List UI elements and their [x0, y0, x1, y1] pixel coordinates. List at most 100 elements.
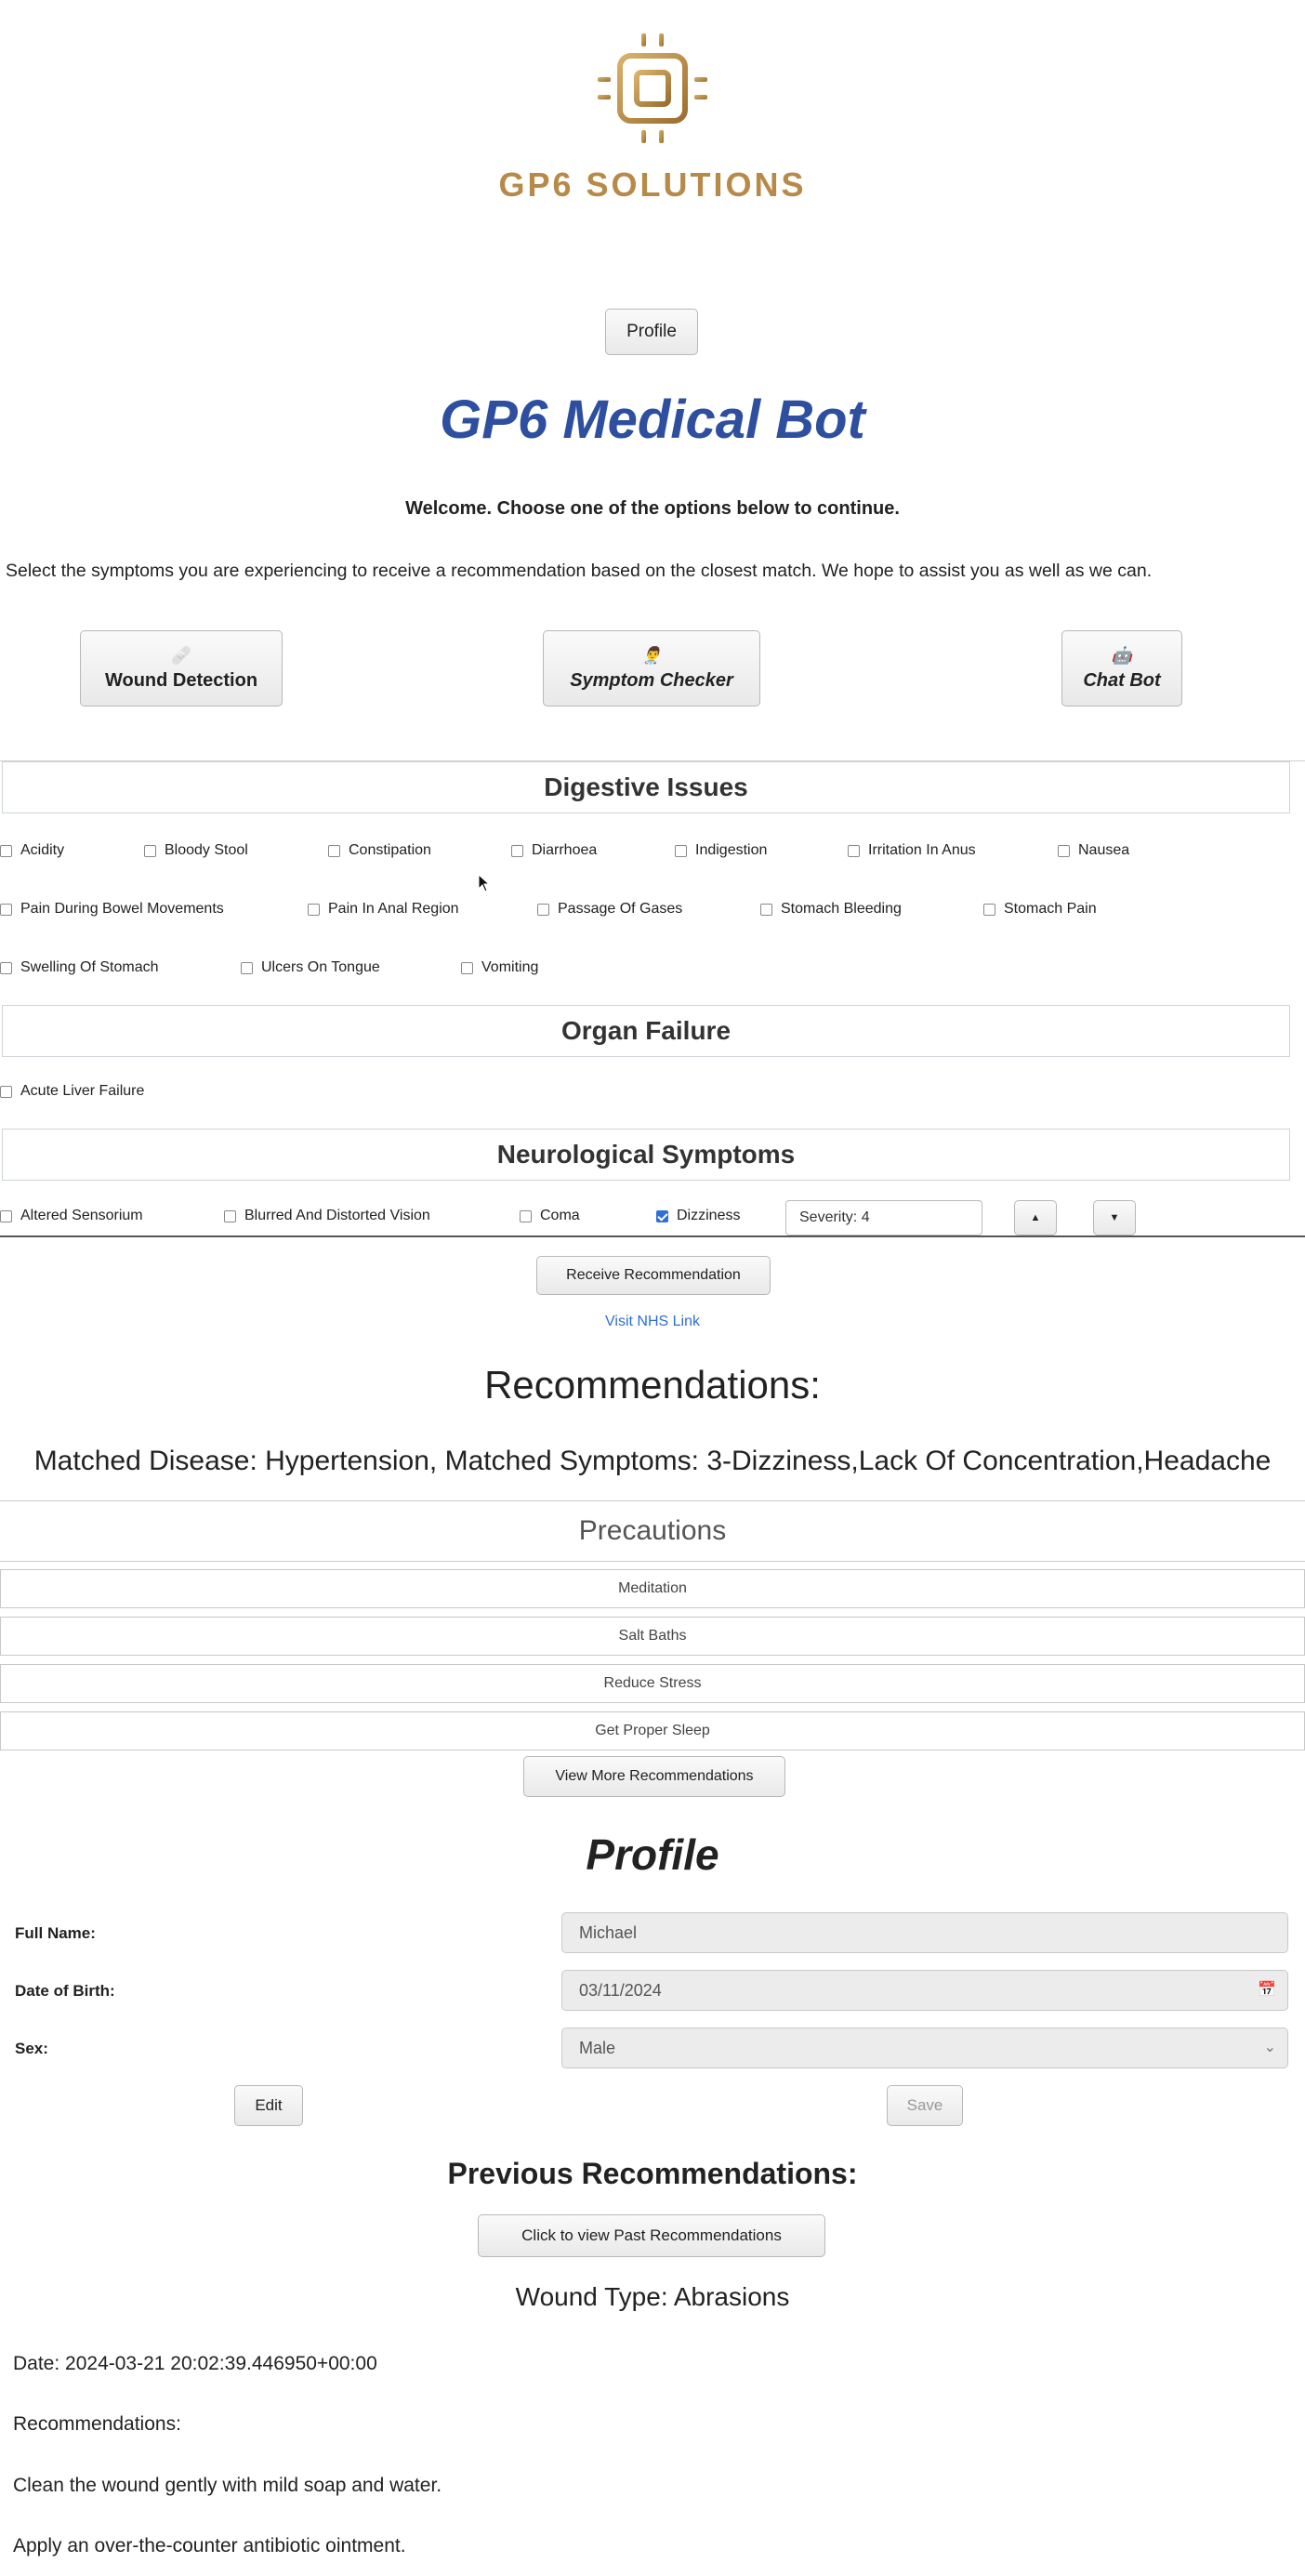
history-recommendation-item: Clean the wound gently with mild soap an… [13, 2475, 442, 2496]
mouse-cursor-icon [478, 874, 491, 892]
full-name-value: Michael [579, 1922, 638, 1942]
recommendations-title: Recommendations: [484, 1363, 821, 1407]
dob-field[interactable]: 03/11/2024 📅 [561, 1970, 1288, 2011]
symptom-label: Altered Sensorium [20, 1208, 143, 1223]
symptom-checker-label: Symptom Checker [570, 669, 733, 691]
symptom-label: Dizziness [677, 1208, 741, 1223]
symptom-label: Acidity [20, 842, 65, 858]
symptom-checker-button[interactable]: 👨‍⚕ Symptom Checker [543, 630, 760, 707]
symptom-bloody-stool[interactable]: Bloody Stool [144, 842, 248, 859]
checkbox-checked[interactable] [656, 1209, 668, 1222]
checkbox[interactable] [983, 903, 995, 916]
checkbox[interactable] [848, 844, 860, 857]
symptom-ulcers-on-tongue[interactable]: Ulcers On Tongue [241, 959, 380, 976]
checkbox[interactable] [224, 1209, 236, 1222]
symptom-irritation-in-anus[interactable]: Irritation In Anus [848, 842, 976, 859]
symptom-label: Constipation [349, 842, 431, 858]
sex-value: Male [579, 2038, 616, 2057]
checkbox[interactable] [1058, 844, 1070, 857]
symptom-indigestion[interactable]: Indigestion [675, 842, 767, 859]
symptom-label: Diarrhoea [532, 842, 598, 858]
symptom-acute-liver-failure[interactable]: Acute Liver Failure [0, 1083, 144, 1100]
history-recommendation-item: Apply an over-the-counter antibiotic oin… [13, 2535, 406, 2556]
severity-down-button[interactable]: ▼ [1093, 1200, 1136, 1235]
wound-detection-button[interactable]: 🩹 Wound Detection [80, 630, 283, 707]
checkbox[interactable] [0, 844, 12, 857]
symptom-pain-during-bowel-movements[interactable]: Pain During Bowel Movements [0, 901, 224, 918]
chip-icon [598, 33, 707, 143]
section-digestive-issues: Digestive Issues [2, 761, 1290, 813]
view-past-recommendations-button[interactable]: Click to view Past Recommendations [478, 2214, 825, 2257]
checkbox[interactable] [308, 903, 320, 916]
symptom-label: Stomach Bleeding [781, 901, 902, 917]
severity-up-button[interactable]: ▲ [1014, 1200, 1057, 1235]
symptom-coma[interactable]: Coma [520, 1208, 580, 1224]
profile-title: Profile [586, 1830, 719, 1879]
precautions-heading: Precautions [0, 1500, 1305, 1562]
symptom-stomach-bleeding[interactable]: Stomach Bleeding [760, 901, 902, 918]
symptom-constipation[interactable]: Constipation [328, 842, 431, 859]
symptom-stomach-pain[interactable]: Stomach Pain [983, 901, 1097, 918]
chevron-down-icon: ⌄ [1263, 2040, 1276, 2055]
checkbox[interactable] [0, 1085, 12, 1098]
symptom-passage-of-gases[interactable]: Passage Of Gases [537, 901, 682, 918]
robot-icon: 🤖 [1111, 645, 1133, 665]
checkbox[interactable] [144, 844, 156, 857]
symptom-vomiting[interactable]: Vomiting [461, 959, 538, 976]
checkbox[interactable] [0, 1209, 12, 1222]
checkbox[interactable] [520, 1209, 532, 1222]
symptom-diarrhoea[interactable]: Diarrhoea [511, 842, 597, 859]
matched-disease: Matched Disease: Hypertension, Matched S… [33, 1446, 1272, 1476]
wound-detection-label: Wound Detection [104, 669, 258, 691]
symptom-label: Acute Liver Failure [20, 1083, 145, 1099]
symptom-dizziness[interactable]: Dizziness [656, 1208, 740, 1224]
precaution-item: Salt Baths [0, 1617, 1305, 1656]
checkbox[interactable] [675, 844, 687, 857]
checkbox[interactable] [0, 961, 12, 974]
checkbox[interactable] [537, 903, 549, 916]
intro-text: Select the symptoms you are experiencing… [6, 561, 1153, 581]
view-more-recommendations-button[interactable]: View More Recommendations [523, 1756, 785, 1797]
dob-label: Date of Birth: [15, 1982, 115, 2000]
chat-bot-label: Chat Bot [1083, 669, 1161, 691]
checkbox[interactable] [241, 961, 253, 974]
precaution-item: Reduce Stress [0, 1664, 1305, 1703]
welcome-text: Welcome. Choose one of the options below… [405, 498, 900, 519]
edit-profile-button[interactable]: Edit [234, 2085, 303, 2126]
symptom-acidity[interactable]: Acidity [0, 842, 64, 859]
sex-label: Sex: [15, 2040, 48, 2057]
precaution-item: Get Proper Sleep [0, 1711, 1305, 1750]
section-organ-failure: Organ Failure [2, 1005, 1290, 1057]
doctor-icon: 👨‍⚕ [640, 645, 663, 665]
symptom-label: Pain During Bowel Movements [20, 901, 224, 917]
symptom-label: Blurred And Distorted Vision [244, 1208, 430, 1223]
calendar-icon[interactable]: 📅 [1258, 1980, 1276, 1999]
checkbox[interactable] [0, 903, 12, 916]
history-recommendations-label: Recommendations: [13, 2413, 181, 2435]
wound-type: Wound Type: Abrasions [515, 2282, 790, 2311]
symptom-label: Vomiting [481, 959, 539, 975]
symptom-blurred-and-distorted-vision[interactable]: Blurred And Distorted Vision [224, 1208, 430, 1224]
symptom-label: Passage Of Gases [558, 901, 683, 917]
full-name-field[interactable]: Michael [561, 1912, 1288, 1953]
checkbox[interactable] [328, 844, 340, 857]
save-profile-button[interactable]: Save [887, 2085, 963, 2126]
checkbox[interactable] [760, 903, 772, 916]
symptom-pain-in-anal-region[interactable]: Pain In Anal Region [308, 901, 459, 918]
chat-bot-button[interactable]: 🤖 Chat Bot [1061, 630, 1182, 707]
severity-field[interactable]: Severity: 4 [785, 1200, 982, 1235]
symptom-label: Nausea [1078, 842, 1130, 858]
checkbox[interactable] [511, 844, 523, 857]
receive-recommendation-button[interactable]: Receive Recommendation [536, 1256, 771, 1295]
checkbox[interactable] [461, 961, 473, 974]
symptom-label: Indigestion [695, 842, 768, 858]
symptom-swelling-of-stomach[interactable]: Swelling Of Stomach [0, 959, 159, 976]
profile-button[interactable]: Profile [605, 309, 698, 355]
nhs-link[interactable]: Visit NHS Link [0, 1314, 1305, 1330]
symptom-altered-sensorium[interactable]: Altered Sensorium [0, 1208, 143, 1224]
precaution-item: Meditation [0, 1569, 1305, 1608]
symptom-label: Pain In Anal Region [328, 901, 459, 917]
symptom-nausea[interactable]: Nausea [1058, 842, 1129, 859]
symptom-label: Swelling Of Stomach [20, 959, 159, 975]
sex-select[interactable]: Male ⌄ [561, 2028, 1288, 2068]
